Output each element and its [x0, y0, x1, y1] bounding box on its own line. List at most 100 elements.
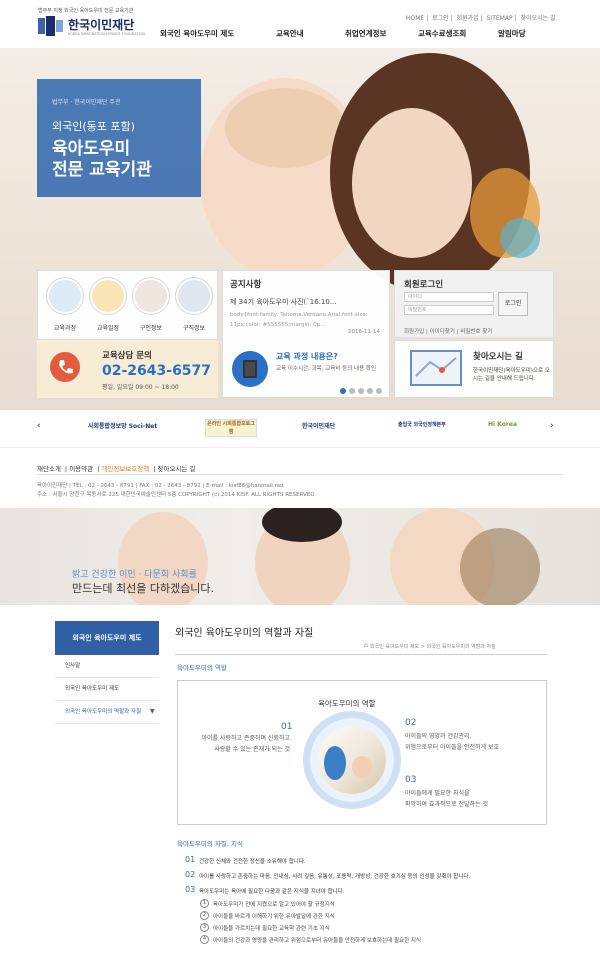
subqual-text-3: 아이들을 가르치는데 필요한 교육학 관련 기초 지식	[213, 926, 330, 932]
partner-kisf[interactable]: 한국이민재단	[302, 421, 335, 430]
nav-education[interactable]: 교육안내	[276, 28, 304, 39]
subqual-text-4: 아이들의 건강과 영양을 관리하고 위험으로부터 유아들을 안전하게 보호하는데…	[213, 938, 422, 944]
hero-subtitle: 법무부 · 한국이민재단 주관	[52, 99, 121, 106]
find-password-link[interactable]: 비밀번호 찾기	[460, 329, 492, 335]
logo-subtext: KOREA IMMIGRATION SERVICE FOUNDATION	[68, 32, 146, 36]
subqual-num-4: 4	[200, 935, 209, 944]
qual-num-3: 03	[185, 885, 196, 894]
partner-immigration[interactable]: 출입국 외국인정책본부	[398, 421, 446, 428]
qual-num-2: 02	[185, 870, 196, 879]
nav-notices[interactable]: 알림마당	[498, 28, 526, 39]
graduation-cap-icon[interactable]	[47, 278, 83, 314]
qual-text-2: 아이를 사랑하고 존중하는 마음, 인내심, 사려 깊음, 유통성, 포용력, …	[199, 874, 471, 880]
footer-terms-link[interactable]: 이용약관	[69, 465, 93, 473]
footer-about-link[interactable]: 재단소개	[37, 465, 61, 473]
role-text-2a: 아이들의 영양과 건강관리,	[405, 733, 472, 740]
partner-next-arrow-icon[interactable]: ›	[550, 421, 554, 431]
partner-socinet[interactable]: 사회통합정보망 Soci-Net	[88, 421, 157, 430]
login-button[interactable]: 로그인	[498, 292, 528, 316]
nav-system[interactable]: 외국인 육아도우미 제도	[160, 28, 234, 39]
subqual-text-1: 육아도우미가 전에 지켰으로 알고 있어야 할 규정지식	[213, 902, 335, 908]
banner-slogan-1: 밝고 건강한 이민 · 다문화 사회를	[72, 570, 197, 580]
login-id-input[interactable]: 아이디	[404, 292, 494, 302]
banner-slogan-2: 만드는데 최선을 다하겠습니다.	[72, 582, 215, 595]
side-nav-system[interactable]: 외국인 육아도우미 제도	[55, 678, 159, 701]
login-links: 회원가입 | 아이디찾기 | 비밀번호 찾기	[404, 329, 493, 335]
logo-text[interactable]: 한국이민재단	[68, 16, 134, 33]
join-link[interactable]: 회원가입	[404, 329, 424, 335]
child-figure	[352, 756, 372, 778]
map-desc: 한국이민재단(육아도우미)으로 오시는 길을 안내해 드립니다.	[473, 368, 550, 382]
notice-title[interactable]: 공지사항	[230, 278, 261, 290]
map-title[interactable]: 찾아오시는 길	[473, 350, 523, 362]
breadcrumb: 외국인 육아도우미 제도 > 외국인 육아도우미의 역할과 자질	[370, 644, 496, 650]
role-photo	[318, 726, 386, 794]
logo-icon[interactable]	[38, 16, 64, 36]
util-home-link[interactable]: HOME	[406, 15, 424, 22]
qual-num-1: 01	[185, 855, 196, 864]
util-join-link[interactable]: 회원가입	[457, 15, 479, 22]
find-id-link[interactable]: 아이디찾기	[430, 329, 455, 335]
footer-privacy-link[interactable]: 개인정보보호정책	[101, 465, 149, 473]
hero-line-1: 외국인(동포 포함)	[52, 120, 135, 133]
side-nav-greeting[interactable]: 인사말	[55, 655, 159, 678]
briefcase-icon[interactable]	[176, 278, 212, 314]
consult-title: 교육상담 문의	[102, 351, 152, 361]
footer-location-link[interactable]: 찾아오시는 길	[157, 465, 195, 473]
map-icon	[410, 350, 462, 386]
subqual-num-1: 1	[200, 899, 209, 908]
baby-hair	[225, 88, 345, 168]
child-hair-3	[460, 528, 540, 605]
carousel-dot-1[interactable]	[340, 388, 346, 394]
partner-hikorea[interactable]: Hi Korea	[488, 421, 517, 428]
role-text-1b: 사랑할 수 있는 존재가 되는 것	[214, 746, 290, 753]
clock-icon[interactable]	[90, 278, 126, 314]
carousel-dot-5[interactable]	[376, 388, 382, 394]
notice-date: 2016-11-14	[348, 329, 380, 335]
nav-graduates[interactable]: 교육수료생조회	[418, 28, 466, 39]
subqual-num-3: 3	[200, 923, 209, 932]
consult-hours: 평일, 일요일 09:00 ~ 18:00	[102, 384, 179, 391]
footer-address: 주소 : 서울시 양천구 목동서로 225 대한민국예술인센터 5층 COPYR…	[37, 492, 317, 498]
nav-jobs[interactable]: 취업연계정보	[345, 28, 386, 39]
util-sitemap-link[interactable]: SITEMAP	[487, 15, 513, 22]
login-title: 회원로그인	[404, 280, 444, 290]
hero-line-3: 전문 교육기관	[52, 160, 152, 180]
mother-face	[352, 108, 472, 258]
utility-links: HOME | 로그인 | 회원가입 | SITEMAP | 찾아오시는 길	[406, 15, 556, 22]
footer-contact-info: 육아이민재단 | TEL : 02 - 2643 - 8791 | FAX : …	[37, 483, 284, 489]
side-nav-role-active[interactable]: 외국인 육아도우미의 역할과 자질	[55, 701, 159, 724]
handshake-icon[interactable]	[133, 278, 169, 314]
carousel-dot-2[interactable]	[349, 388, 355, 394]
title-divider	[175, 654, 547, 655]
util-location-link[interactable]: 찾아오시는 길	[521, 15, 556, 22]
role-diagram-title: 육아도우미의 역할	[318, 699, 376, 708]
consult-phone-number: 02-2643-6577	[102, 363, 212, 379]
teacher-figure	[324, 746, 346, 780]
carousel-dot-3[interactable]	[358, 388, 364, 394]
quick-seekers-label[interactable]: 구직정보	[169, 323, 219, 332]
role-text-3a: 아이들에게 필요한 지식을	[405, 790, 470, 797]
role-text-2b: 위험으로부터 아이들을 안전하게 보호	[405, 744, 500, 751]
login-password-input[interactable]: 비밀번호	[404, 305, 494, 315]
course-info-title[interactable]: 교육 과정 내용은?	[276, 351, 338, 362]
subqual-text-2: 아이들을 바르게 이해하기 위한 유아발달에 관한 지식	[213, 914, 335, 920]
page-title: 외국인 육아도우미의 역할과 자질	[175, 628, 314, 639]
footer-divider	[37, 474, 563, 475]
util-login-link[interactable]: 로그인	[432, 15, 449, 22]
role-num-2: 02	[405, 718, 417, 728]
qual-text-3: 육아도우미는 육아에 필요한 다음과 같은 지식을 지녀야 합니다.	[199, 889, 345, 895]
carousel-dot-4[interactable]	[367, 388, 373, 394]
side-nav-title: 외국인 육아도우미 제도	[55, 621, 159, 655]
course-info-desc: 교육 이수시간, 과목, 교육비 등의 내용 확인	[276, 366, 377, 372]
phone-icon	[50, 352, 80, 382]
partner-online-program[interactable]: 온라인 시회통합프로그램	[205, 419, 257, 437]
heart-decoration-2	[500, 218, 540, 258]
role-section-heading: 육아도우미의 역할	[177, 664, 227, 672]
partner-prev-arrow-icon[interactable]: ‹	[37, 421, 41, 431]
role-num-1: 01	[281, 722, 293, 732]
book-icon[interactable]	[232, 351, 268, 387]
qual-text-1: 건강한 신체와 건전한 정신을 소유해야 합니다.	[199, 859, 306, 865]
notice-item-link[interactable]: 제 34기 육아도우미 사진(`16.10...	[230, 297, 337, 307]
home-icon[interactable]: ⌂	[364, 642, 368, 649]
